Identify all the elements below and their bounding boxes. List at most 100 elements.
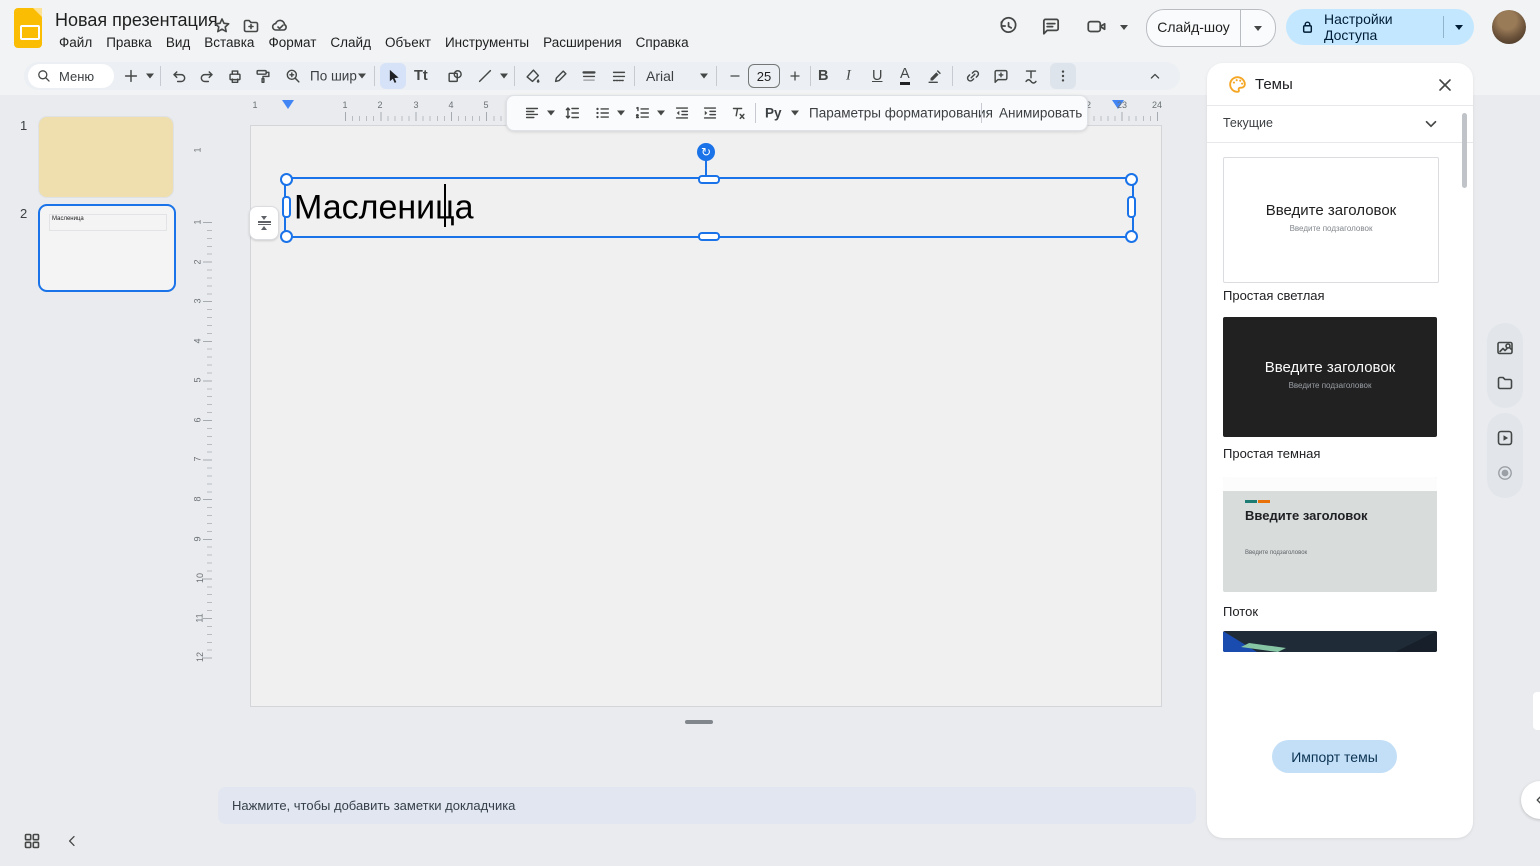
paragraph-style-dropdown-icon[interactable] <box>791 110 799 116</box>
import-theme-button[interactable]: Импорт темы <box>1272 740 1397 773</box>
line-tool-icon[interactable] <box>472 63 498 89</box>
resize-handle-w[interactable] <box>282 196 291 218</box>
animate-button[interactable]: Анимировать <box>989 101 1092 126</box>
record-icon[interactable] <box>1495 463 1515 483</box>
slideshow-button[interactable]: Слайд-шоу <box>1146 9 1276 47</box>
version-history-icon[interactable] <box>996 14 1020 38</box>
slides-logo-icon[interactable] <box>14 8 42 48</box>
title-textbox[interactable]: Масленица <box>284 177 1134 238</box>
decrease-font-size-button[interactable] <box>722 63 748 89</box>
decrease-indent-icon[interactable] <box>669 100 695 126</box>
increase-font-size-button[interactable] <box>782 63 808 89</box>
paint-format-icon[interactable] <box>250 63 276 89</box>
fill-color-icon[interactable] <box>520 63 546 89</box>
bulleted-list-icon[interactable] <box>589 100 615 126</box>
align-icon[interactable] <box>519 100 545 126</box>
theme-card-simple-dark[interactable]: Введите заголовок Введите подзаголовок <box>1223 317 1437 437</box>
print-button[interactable] <box>222 63 248 89</box>
ruler-marker-left[interactable] <box>282 100 294 109</box>
slide-1-thumbnail[interactable] <box>38 116 174 198</box>
image-search-icon[interactable] <box>1495 338 1515 358</box>
resize-handle-n[interactable] <box>698 175 720 184</box>
hide-menus-button[interactable] <box>1142 63 1168 89</box>
camera-dropdown-icon[interactable] <box>1120 25 1128 30</box>
theme-card-partial[interactable] <box>1223 631 1437 652</box>
account-avatar[interactable] <box>1492 10 1526 44</box>
grid-view-icon[interactable] <box>20 829 44 853</box>
menu-extensions[interactable]: Расширения <box>536 32 629 53</box>
close-panel-icon[interactable] <box>1435 75 1455 95</box>
share-dropdown[interactable] <box>1442 16 1474 38</box>
resize-handle-nw[interactable] <box>280 173 293 186</box>
menu-slide[interactable]: Слайд <box>323 32 378 53</box>
numbered-list-icon[interactable] <box>629 100 655 126</box>
resize-handle-ne[interactable] <box>1125 173 1138 186</box>
underline-button[interactable]: U <box>872 68 882 84</box>
align-dropdown-icon[interactable] <box>547 110 555 116</box>
toolbar-search-menu[interactable]: Меню <box>28 64 114 88</box>
meet-camera-icon[interactable] <box>1082 14 1112 38</box>
textbox-tool-button[interactable]: Tt <box>414 68 428 84</box>
zoom-fit-dropdown-icon[interactable] <box>358 73 366 79</box>
panel-scrollbar[interactable] <box>1462 113 1467 188</box>
menu-edit[interactable]: Правка <box>99 32 159 53</box>
resize-handle-s[interactable] <box>698 232 720 241</box>
menu-format[interactable]: Формат <box>261 32 323 53</box>
highlight-color-icon[interactable] <box>922 63 948 89</box>
new-slide-dropdown-icon[interactable] <box>146 73 154 79</box>
clear-formatting-icon[interactable] <box>725 100 751 126</box>
rotate-handle[interactable]: ↻ <box>697 143 715 161</box>
add-comment-icon[interactable] <box>988 63 1014 89</box>
increase-indent-icon[interactable] <box>697 100 723 126</box>
line-tool-dropdown-icon[interactable] <box>500 73 508 79</box>
menu-insert[interactable]: Вставка <box>197 32 261 53</box>
resize-handle-se[interactable] <box>1125 230 1138 243</box>
resize-handle-e[interactable] <box>1127 196 1136 218</box>
text-color-button[interactable]: A <box>900 67 910 85</box>
menu-help[interactable]: Справка <box>629 32 696 53</box>
share-button[interactable]: Настройки Доступа <box>1286 9 1474 45</box>
font-family-select[interactable]: Arial <box>646 68 674 84</box>
shape-tool-icon[interactable] <box>442 63 468 89</box>
zoom-fit-select[interactable]: По шир <box>310 69 357 84</box>
comments-icon[interactable] <box>1039 14 1063 38</box>
resize-handle-sw[interactable] <box>280 230 293 243</box>
border-color-icon[interactable] <box>548 63 574 89</box>
menu-file[interactable]: Файл <box>52 32 99 53</box>
menu-object[interactable]: Объект <box>378 32 438 53</box>
select-tool-button[interactable] <box>380 63 406 89</box>
bold-button[interactable]: B <box>818 68 828 84</box>
format-options-button[interactable]: Параметры форматирования <box>799 101 1003 126</box>
theme-card-simple-light[interactable]: Введите заголовок Введите подзаголовок <box>1223 157 1439 283</box>
document-title[interactable]: Новая презентация <box>55 10 218 31</box>
redo-button[interactable] <box>194 63 220 89</box>
speaker-notes[interactable]: Нажмите, чтобы добавить заметки докладчи… <box>218 787 1196 824</box>
menu-view[interactable]: Вид <box>159 32 197 53</box>
slide-2-thumbnail[interactable]: Масленица <box>38 204 176 292</box>
menu-tools[interactable]: Инструменты <box>438 32 536 53</box>
notes-resize-handle[interactable] <box>685 720 713 724</box>
slideshow-preview-icon[interactable] <box>1495 428 1515 448</box>
zoom-icon[interactable] <box>280 63 306 89</box>
new-slide-button[interactable] <box>118 63 144 89</box>
undo-button[interactable] <box>166 63 192 89</box>
numbered-list-dropdown-icon[interactable] <box>657 110 665 116</box>
bulleted-list-dropdown-icon[interactable] <box>617 110 625 116</box>
font-size-input[interactable]: 25 <box>748 64 780 88</box>
themes-panel: Темы Текущие Введите заголовок Введите п… <box>1207 63 1473 838</box>
themes-section-header[interactable]: Текущие <box>1207 105 1473 143</box>
text-autofit-icon[interactable] <box>1018 63 1044 89</box>
line-spacing-icon[interactable] <box>559 100 585 126</box>
font-family-dropdown-icon[interactable] <box>700 73 708 79</box>
more-options-button[interactable] <box>1050 63 1076 89</box>
slideshow-dropdown[interactable] <box>1240 10 1275 46</box>
italic-button[interactable]: I <box>846 68 851 85</box>
line-spacing-widget[interactable] <box>249 206 279 240</box>
border-dash-icon[interactable] <box>606 63 632 89</box>
theme-card-flow[interactable]: Введите заголовок Введите подзаголовок <box>1223 477 1437 592</box>
insert-link-icon[interactable] <box>960 63 986 89</box>
folder-icon[interactable] <box>1495 373 1515 393</box>
border-weight-icon[interactable] <box>576 63 602 89</box>
collapse-filmstrip-icon[interactable] <box>62 831 82 851</box>
paragraph-style-button[interactable]: Ру <box>765 106 782 121</box>
